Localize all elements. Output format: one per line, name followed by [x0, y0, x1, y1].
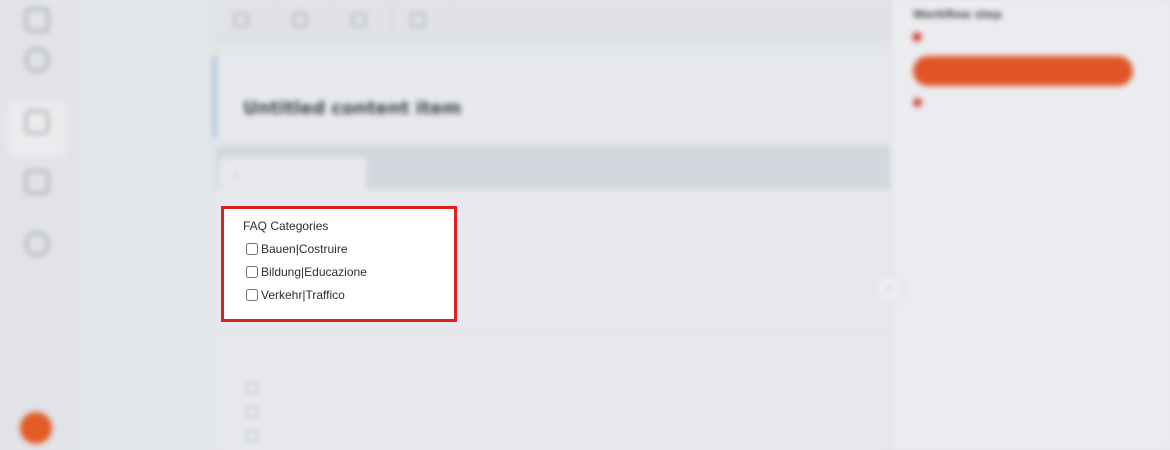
faq-option-label: Bauen|Costruire	[261, 242, 348, 256]
faq-categories-label: FAQ Categories	[243, 219, 329, 233]
faq-option-bildung[interactable]: Bildung|Educazione	[246, 265, 367, 279]
faq-option-verkehr[interactable]: Verkehr|Traffico	[246, 288, 345, 302]
background-dim	[0, 0, 1170, 450]
faq-checkbox[interactable]	[246, 243, 258, 255]
faq-categories-highlight: FAQ Categories Bauen|Costruire Bildung|E…	[221, 206, 457, 322]
faq-option-bauen[interactable]: Bauen|Costruire	[246, 242, 348, 256]
faq-checkbox[interactable]	[246, 289, 258, 301]
faq-option-label: Verkehr|Traffico	[261, 288, 345, 302]
faq-option-label: Bildung|Educazione	[261, 265, 367, 279]
faq-checkbox[interactable]	[246, 266, 258, 278]
